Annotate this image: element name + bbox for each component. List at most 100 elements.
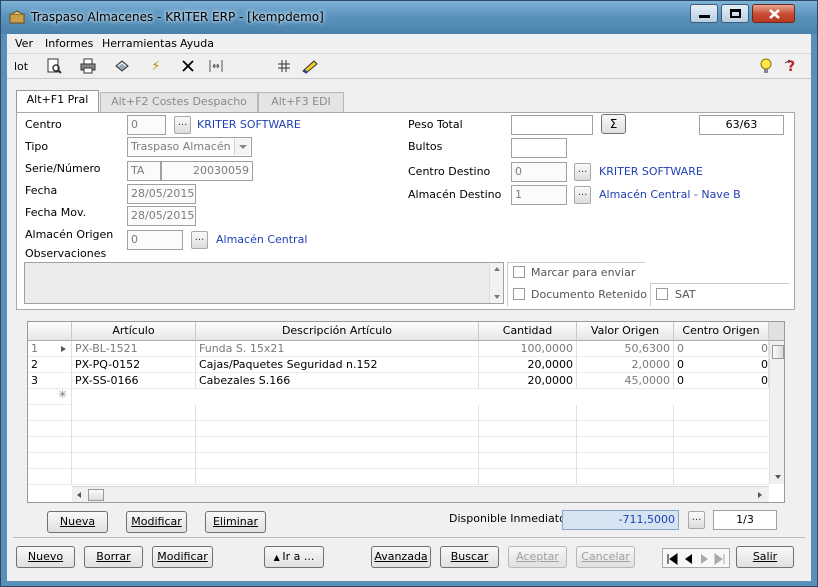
grid-header-articulo[interactable]: Artículo — [72, 322, 196, 341]
close-button[interactable] — [752, 4, 795, 23]
cell-descripcion[interactable]: Cajas/Paquetes Seguridad n.152 — [196, 357, 479, 373]
cell-valor-origen[interactable]: 2,0000 — [577, 357, 674, 373]
serie-field[interactable]: TA — [127, 161, 161, 181]
toolbar: lot ⚡ ? — [7, 55, 811, 79]
scroll-left-icon[interactable] — [74, 490, 84, 500]
delete-icon[interactable] — [179, 58, 197, 76]
preview-icon[interactable] — [45, 58, 63, 76]
cell-articulo[interactable]: PX-BL-1521 — [72, 341, 196, 357]
borrar-button[interactable]: Borrar — [84, 546, 143, 568]
peso-total-field[interactable] — [511, 115, 593, 135]
scroll-down-icon[interactable] — [772, 472, 784, 482]
minimize-button[interactable] — [690, 4, 718, 23]
scroll-right-icon[interactable] — [755, 490, 765, 500]
menu-informes[interactable]: Informes — [45, 37, 93, 50]
sum-button[interactable]: Σ — [601, 114, 626, 134]
tab-costes-despacho[interactable]: Alt+F2 Costes Despacho — [100, 92, 258, 112]
tipo-dropdown-button[interactable] — [234, 139, 250, 155]
lines-grid[interactable]: Artículo Descripción Artículo Cantidad V… — [27, 321, 785, 503]
observaciones-textarea[interactable] — [24, 262, 504, 304]
ir-a-button[interactable]: ▲ Ir a ... — [264, 546, 324, 568]
menu-ver[interactable]: Ver — [15, 37, 33, 50]
cell-valor-origen[interactable]: 50,6300 — [577, 341, 674, 357]
grid-header-centro-origen[interactable]: Centro Origen — [674, 322, 769, 341]
lightbulb-icon[interactable] — [757, 58, 775, 76]
almacen-destino-label: Almacén Destino — [408, 188, 502, 201]
almacen-origen-field[interactable]: 0 — [127, 230, 183, 250]
salir-button[interactable]: Salir — [736, 546, 794, 568]
nueva-line-button[interactable]: Nueva — [47, 511, 108, 533]
cell-centro-origen[interactable]: 0 — [674, 357, 769, 373]
observaciones-scrollbar[interactable] — [489, 263, 503, 303]
centro-label: Centro — [25, 118, 62, 131]
marcar-enviar-checkbox[interactable] — [513, 266, 525, 278]
grid-header-scroll — [769, 322, 784, 341]
first-record-icon[interactable] — [665, 552, 679, 566]
grid-header-cantidad[interactable]: Cantidad — [479, 322, 577, 341]
next-record-icon[interactable] — [697, 552, 711, 566]
aceptar-button[interactable]: Aceptar — [508, 546, 567, 568]
split-icon[interactable] — [207, 58, 225, 76]
grid-header-valor-origen[interactable]: Valor Origen — [577, 322, 674, 341]
lightning-icon[interactable]: ⚡ — [147, 58, 165, 76]
buscar-button[interactable]: Buscar — [440, 546, 499, 568]
numero-field[interactable]: 20030059 — [161, 161, 253, 181]
sat-label: SAT — [675, 288, 696, 301]
lot-button[interactable]: lot — [11, 58, 31, 76]
cell-descripcion[interactable]: Cabezales S.166 — [196, 373, 479, 389]
window-title: Traspaso Almacenes - KRITER ERP - [kempd… — [31, 10, 324, 24]
centro-destino-field[interactable]: 0 — [511, 162, 567, 182]
cancelar-button[interactable]: Cancelar — [576, 546, 635, 568]
almacen-origen-lookup-button[interactable]: ... — [191, 231, 208, 249]
grid-header-descripcion[interactable]: Descripción Artículo — [196, 322, 479, 341]
hscroll-thumb[interactable] — [88, 489, 104, 501]
disponible-lookup-button[interactable]: ... — [688, 511, 705, 529]
cell-descripcion[interactable]: Funda S. 15x21 — [196, 341, 479, 357]
almacen-destino-lookup-button[interactable]: ... — [574, 186, 591, 204]
almacen-destino-field[interactable]: 1 — [511, 185, 567, 205]
centro-lookup-button[interactable]: ... — [174, 116, 191, 134]
tab-pral[interactable]: Alt+F1 Pral — [16, 90, 99, 113]
sat-checkbox[interactable] — [656, 288, 668, 300]
cell-extra[interactable]: 0 — [758, 357, 769, 373]
avanzada-button[interactable]: Avanzada — [371, 546, 431, 568]
cell-articulo[interactable]: PX-SS-0166 — [72, 373, 196, 389]
cell-valor-origen[interactable]: 45,0000 — [577, 373, 674, 389]
scroll-thumb[interactable] — [772, 345, 784, 359]
modificar-line-button[interactable]: Modificar — [126, 511, 187, 533]
scroll-down-icon[interactable] — [490, 291, 504, 303]
last-record-icon[interactable] — [713, 552, 727, 566]
modificar-button[interactable]: Modificar — [152, 546, 213, 568]
magic-icon[interactable] — [301, 58, 319, 76]
cell-articulo[interactable]: PX-PQ-0152 — [72, 357, 196, 373]
cell-cantidad[interactable]: 20,0000 — [479, 373, 577, 389]
grid-vertical-scrollbar[interactable] — [769, 341, 784, 484]
menu-herramientas[interactable]: Herramientas — [102, 37, 177, 50]
eliminar-line-button[interactable]: Eliminar — [205, 511, 266, 533]
prev-record-icon[interactable] — [681, 552, 695, 566]
maximize-button[interactable] — [721, 4, 749, 23]
cell-centro-origen[interactable]: 0 — [674, 373, 769, 389]
help-icon[interactable]: ? — [783, 58, 801, 76]
centro-destino-lookup-button[interactable]: ... — [574, 163, 591, 181]
cell-extra[interactable]: 0 — [758, 341, 769, 357]
menu-ayuda[interactable]: Ayuda — [180, 37, 214, 50]
cell-cantidad[interactable]: 100,0000 — [479, 341, 577, 357]
grid-horizontal-scrollbar[interactable] — [72, 486, 769, 502]
nuevo-button[interactable]: Nuevo — [16, 546, 75, 568]
cell-cantidad[interactable]: 20,0000 — [479, 357, 577, 373]
export-icon[interactable] — [113, 58, 131, 76]
grid-icon[interactable] — [275, 58, 293, 76]
tab-edi[interactable]: Alt+F3 EDI — [258, 92, 344, 112]
modificar-line-label: Modificar — [131, 515, 182, 528]
cell-centro-origen[interactable]: 0 — [674, 341, 769, 357]
documento-retenido-checkbox[interactable] — [513, 288, 525, 300]
fecha-mov-field[interactable]: 28/05/2015 — [127, 206, 196, 226]
print-icon[interactable] — [79, 58, 97, 76]
centro-field[interactable]: 0 — [127, 115, 166, 135]
title-bar[interactable]: Traspaso Almacenes - KRITER ERP - [kempd… — [1, 1, 817, 34]
scroll-up-icon[interactable] — [490, 263, 504, 275]
cell-extra[interactable]: 0 — [758, 373, 769, 389]
bultos-field[interactable] — [511, 138, 567, 158]
fecha-field[interactable]: 28/05/2015 — [127, 184, 196, 204]
